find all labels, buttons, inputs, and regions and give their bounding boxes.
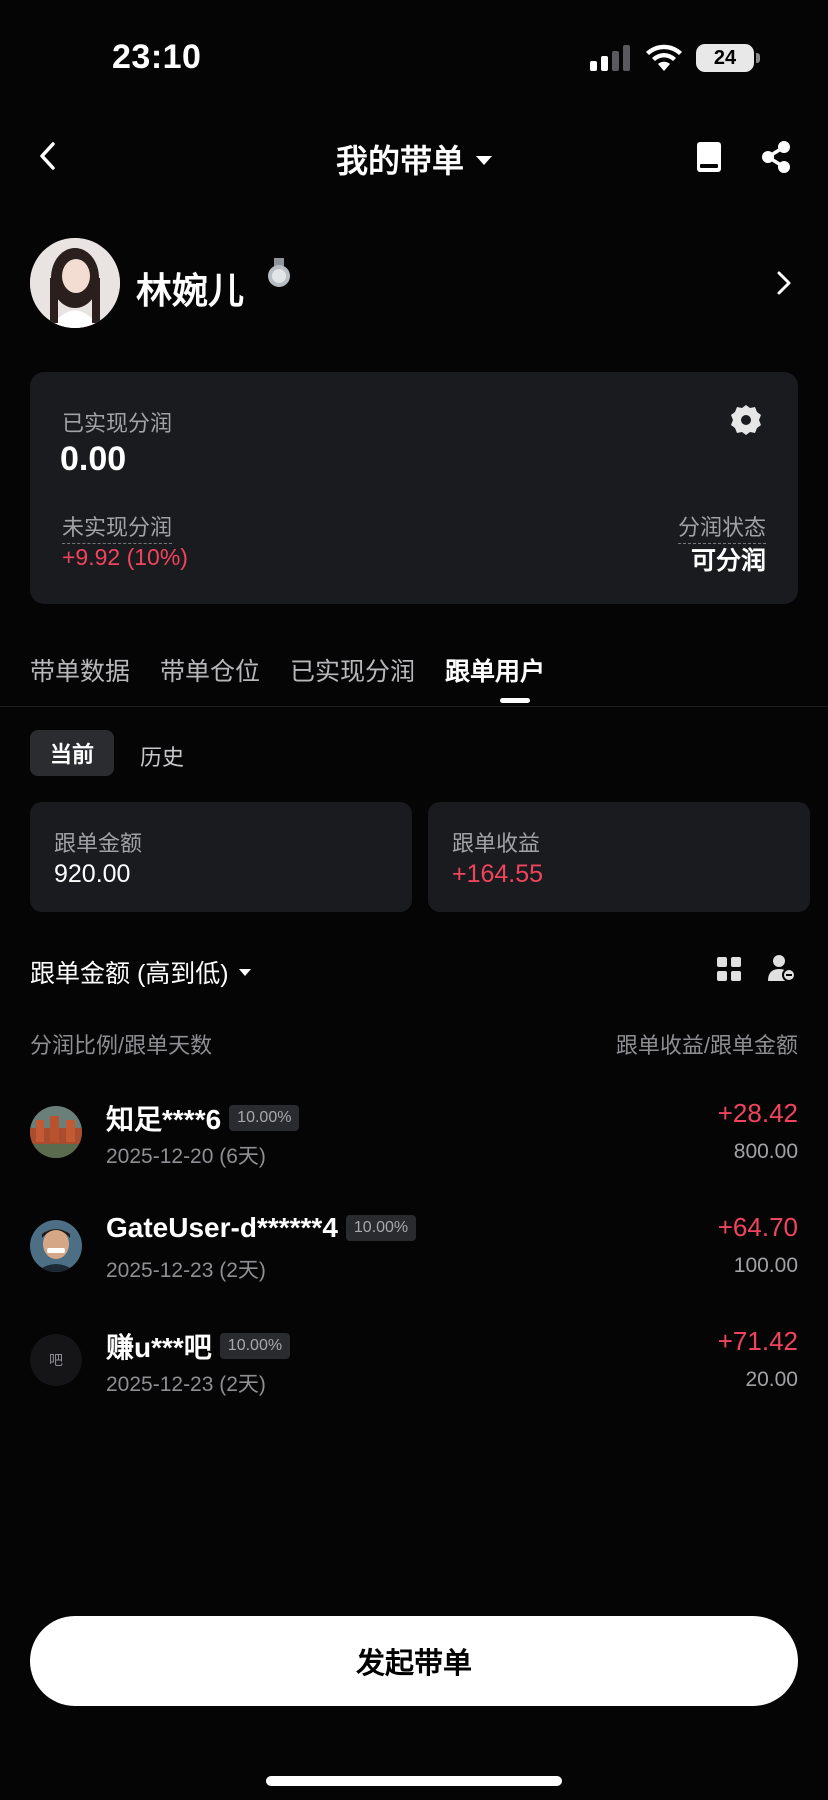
start-lead-trade-button[interactable]: 发起带单 — [30, 1616, 798, 1706]
subtab-current[interactable]: 当前 — [30, 730, 114, 776]
follower-name-line: 赚u***吧 10.00% — [106, 1326, 291, 1366]
follower-row[interactable]: 知足****6 10.00% 2025-12-20 (6天) +28.42 80… — [0, 1090, 828, 1190]
settings-button[interactable] — [730, 404, 762, 441]
follower-avatar: 吧 — [30, 1334, 82, 1386]
follow-amount-box: 跟单金额 920.00 — [30, 802, 412, 912]
avatar[interactable] — [30, 238, 120, 328]
column-header-ratio-days: 分润比例/跟单天数 — [30, 1033, 213, 1058]
tabs-divider — [0, 706, 828, 707]
follower-name: 知足****6 — [106, 1104, 222, 1135]
main-tabs: 带单数据 带单仓位 已实现分润 跟单用户 — [30, 652, 545, 688]
follower-start-date: 2025-12-20 (6天) — [106, 1145, 266, 1168]
subtab-history[interactable]: 历史 — [140, 740, 184, 772]
profile-chevron-right-icon[interactable] — [776, 270, 792, 301]
profit-share-ratio-badge: 10.00% — [219, 1333, 291, 1359]
tab-lead-positions[interactable]: 带单仓位 — [160, 652, 260, 688]
share-icon — [762, 141, 790, 173]
follower-name-line: GateUser-d******4 10.00% — [106, 1212, 417, 1244]
book-icon — [697, 142, 721, 172]
realized-profit-value: 0.00 — [60, 440, 127, 478]
follower-start-date: 2025-12-23 (2天) — [106, 1373, 266, 1396]
wifi-icon — [646, 44, 682, 71]
realized-profit-label: 已实现分润 — [62, 411, 173, 436]
profit-share-ratio-badge: 10.00% — [229, 1105, 300, 1131]
column-header-profit-amount: 跟单收益/跟单金额 — [615, 1033, 798, 1058]
follower-avatar — [30, 1220, 82, 1272]
follow-amount-value: 920.00 — [54, 860, 131, 888]
follower-name: GateUser-d******4 — [106, 1212, 338, 1243]
sort-dropdown[interactable]: 跟单金额 (高到低) — [30, 954, 251, 990]
tab-realized-profit[interactable]: 已实现分润 — [290, 652, 415, 688]
follower-profit: +64.70 — [717, 1212, 798, 1242]
follower-avatar-text: 吧 — [49, 1352, 63, 1368]
active-tab-indicator — [500, 698, 530, 703]
page-title: 我的带单 — [335, 143, 464, 179]
grid-icon — [717, 957, 741, 981]
share-button[interactable] — [760, 140, 792, 179]
remove-follower-button[interactable] — [768, 954, 796, 987]
follower-avatar — [30, 1106, 82, 1158]
guide-book-button[interactable] — [694, 140, 724, 179]
profit-status-label[interactable]: 分润状态 — [677, 510, 766, 544]
follower-amount: 800.00 — [733, 1140, 798, 1163]
tab-followers[interactable]: 跟单用户 — [445, 652, 545, 688]
follow-amount-label: 跟单金额 — [54, 831, 143, 856]
follow-profit-label: 跟单收益 — [452, 831, 541, 856]
tab-lead-data[interactable]: 带单数据 — [30, 652, 130, 688]
follower-row[interactable]: 吧 赚u***吧 10.00% 2025-12-23 (2天) +71.42 2… — [0, 1318, 828, 1418]
unrealized-profit-label[interactable]: 未实现分润 — [62, 510, 173, 544]
profit-status-value: 可分润 — [690, 547, 766, 575]
follower-row[interactable]: GateUser-d******4 10.00% 2025-12-23 (2天)… — [0, 1204, 828, 1304]
follower-name-line: 知足****6 10.00% — [106, 1098, 300, 1138]
caret-down-icon — [476, 156, 492, 166]
grid-view-button[interactable] — [716, 956, 742, 987]
battery-icon: 24 — [696, 44, 760, 72]
caret-down-icon — [238, 968, 251, 976]
person-remove-icon — [768, 955, 796, 982]
unrealized-profit-value: +9.92 (10%) — [62, 544, 188, 570]
follower-profit: +28.42 — [717, 1098, 798, 1128]
gear-icon — [731, 405, 761, 435]
follower-start-date: 2025-12-23 (2天) — [106, 1259, 266, 1282]
follower-name: 赚u***吧 — [106, 1332, 212, 1363]
status-icons: 24 — [590, 44, 760, 72]
profit-share-ratio-badge: 10.00% — [345, 1215, 417, 1241]
follower-profit: +71.42 — [717, 1326, 798, 1356]
follower-amount: 20.00 — [745, 1368, 798, 1391]
sort-label: 跟单金额 (高到低) — [30, 960, 229, 988]
username: 林婉儿 — [136, 270, 245, 311]
cellular-signal-icon — [590, 45, 630, 71]
status-time: 23:10 — [112, 38, 202, 76]
avatar-portrait-icon — [30, 238, 120, 328]
medal-icon — [266, 258, 292, 295]
follow-profit-value: +164.55 — [452, 860, 544, 888]
follow-profit-box: 跟单收益 +164.55 — [428, 802, 810, 912]
follower-amount: 100.00 — [733, 1254, 798, 1277]
home-indicator[interactable] — [266, 1776, 562, 1786]
